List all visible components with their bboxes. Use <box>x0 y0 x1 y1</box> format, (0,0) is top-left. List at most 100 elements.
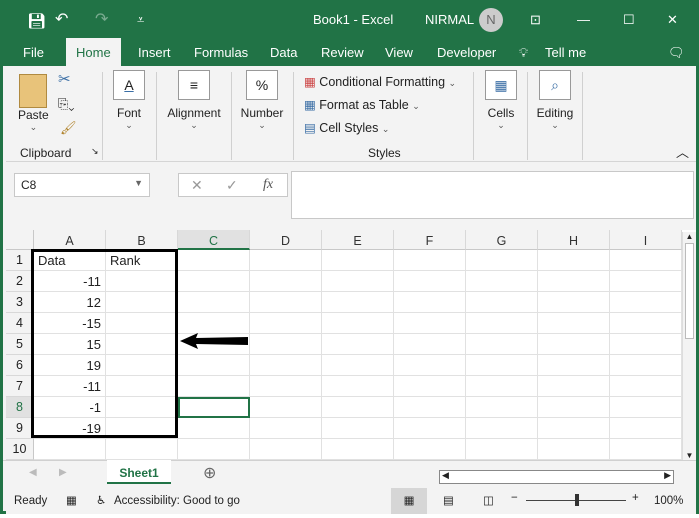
column-header-A[interactable]: A <box>34 230 106 250</box>
format-as-table-button[interactable]: ▦ Format as Table ⌄ <box>304 97 420 112</box>
cell-styles-button[interactable]: ▤ Cell Styles ⌄ <box>304 120 389 135</box>
cell-G5[interactable] <box>466 334 538 355</box>
column-header-B[interactable]: B <box>106 230 178 250</box>
page-layout-icon[interactable]: ▤ <box>443 493 454 507</box>
cell-I4[interactable] <box>610 313 682 334</box>
cell-C4[interactable] <box>178 313 250 334</box>
row-header-6[interactable]: 6 <box>6 355 34 376</box>
cell-F3[interactable] <box>394 292 466 313</box>
cell-A5[interactable]: 15 <box>34 334 106 355</box>
clipboard-launcher-icon[interactable]: ↘ <box>91 146 99 157</box>
cell-C8[interactable] <box>178 397 250 418</box>
cell-C6[interactable] <box>178 355 250 376</box>
maximize-icon[interactable]: ☐ <box>623 12 635 28</box>
cell-F10[interactable] <box>394 439 466 460</box>
cell-D3[interactable] <box>250 292 322 313</box>
cell-E8[interactable] <box>322 397 394 418</box>
add-sheet-icon[interactable]: ⊕ <box>203 463 216 483</box>
alignment-button[interactable]: ≡ Alignment ⌄ <box>164 70 224 131</box>
cell-G7[interactable] <box>466 376 538 397</box>
cell-F7[interactable] <box>394 376 466 397</box>
cell-E7[interactable] <box>322 376 394 397</box>
cut-icon[interactable]: ✂ <box>58 70 71 88</box>
cell-E6[interactable] <box>322 355 394 376</box>
cell-A4[interactable]: -15 <box>34 313 106 334</box>
column-header-I[interactable]: I <box>610 230 682 250</box>
cell-C1[interactable] <box>178 250 250 271</box>
cell-E9[interactable] <box>322 418 394 439</box>
row-header-4[interactable]: 4 <box>6 313 34 334</box>
column-header-G[interactable]: G <box>466 230 538 250</box>
vertical-scrollbar[interactable]: ▲ ▼ <box>682 232 696 460</box>
cell-B10[interactable] <box>106 439 178 460</box>
font-button[interactable]: A Font ⌄ <box>110 70 148 131</box>
tab-file[interactable]: File <box>23 45 44 60</box>
cell-F6[interactable] <box>394 355 466 376</box>
formula-input[interactable] <box>291 171 694 219</box>
tab-formulas[interactable]: Formulas <box>194 45 248 60</box>
cell-G2[interactable] <box>466 271 538 292</box>
cell-F8[interactable] <box>394 397 466 418</box>
cancel-icon[interactable]: ✕ <box>191 177 203 194</box>
cell-B9[interactable] <box>106 418 178 439</box>
column-header-C[interactable]: C <box>178 230 250 250</box>
cell-I3[interactable] <box>610 292 682 313</box>
select-all-corner[interactable] <box>6 230 34 250</box>
insert-function-icon[interactable]: fx <box>263 177 273 193</box>
cell-B8[interactable] <box>106 397 178 418</box>
cell-H9[interactable] <box>538 418 610 439</box>
row-header-7[interactable]: 7 <box>6 376 34 397</box>
close-icon[interactable]: ✕ <box>667 12 678 28</box>
cell-A3[interactable]: 12 <box>34 292 106 313</box>
cell-E2[interactable] <box>322 271 394 292</box>
cell-C10[interactable] <box>178 439 250 460</box>
row-header-1[interactable]: 1 <box>6 250 34 271</box>
row-header-3[interactable]: 3 <box>6 292 34 313</box>
customize-qat-icon[interactable]: ⩡ <box>137 12 144 28</box>
chevron-down-icon[interactable]: ▼ <box>134 178 143 188</box>
normal-view-icon[interactable]: ▦ <box>391 488 427 514</box>
cell-A2[interactable]: -11 <box>34 271 106 292</box>
zoom-level[interactable]: 100% <box>654 495 683 507</box>
cell-F1[interactable] <box>394 250 466 271</box>
number-button[interactable]: % Number ⌄ <box>238 70 286 131</box>
next-sheet-icon[interactable]: ▶ <box>59 467 67 478</box>
cell-I8[interactable] <box>610 397 682 418</box>
cell-E1[interactable] <box>322 250 394 271</box>
cell-H8[interactable] <box>538 397 610 418</box>
tell-me[interactable]: Tell me <box>545 45 586 60</box>
cell-G10[interactable] <box>466 439 538 460</box>
cell-G3[interactable] <box>466 292 538 313</box>
cell-H10[interactable] <box>538 439 610 460</box>
cell-G6[interactable] <box>466 355 538 376</box>
cell-F2[interactable] <box>394 271 466 292</box>
cell-F4[interactable] <box>394 313 466 334</box>
cell-G9[interactable] <box>466 418 538 439</box>
cell-E5[interactable] <box>322 334 394 355</box>
row-header-5[interactable]: 5 <box>6 334 34 355</box>
cell-A10[interactable] <box>34 439 106 460</box>
cell-C9[interactable] <box>178 418 250 439</box>
cell-H3[interactable] <box>538 292 610 313</box>
cell-D4[interactable] <box>250 313 322 334</box>
cell-H4[interactable] <box>538 313 610 334</box>
cell-G4[interactable] <box>466 313 538 334</box>
column-header-E[interactable]: E <box>322 230 394 250</box>
cell-D7[interactable] <box>250 376 322 397</box>
cell-D8[interactable] <box>250 397 322 418</box>
cell-D2[interactable] <box>250 271 322 292</box>
cell-B3[interactable] <box>106 292 178 313</box>
conditional-formatting-button[interactable]: ▦ Conditional Formatting ⌄ <box>304 74 456 89</box>
enter-icon[interactable]: ✓ <box>226 177 238 194</box>
minimize-icon[interactable]: — <box>577 12 590 27</box>
cell-C3[interactable] <box>178 292 250 313</box>
cell-H6[interactable] <box>538 355 610 376</box>
cells-button[interactable]: ▦ Cells ⌄ <box>482 70 520 131</box>
cell-A7[interactable]: -11 <box>34 376 106 397</box>
zoom-in-icon[interactable]: + <box>632 492 639 504</box>
cell-E4[interactable] <box>322 313 394 334</box>
cell-H1[interactable] <box>538 250 610 271</box>
zoom-out-icon[interactable]: − <box>511 492 518 504</box>
cell-H7[interactable] <box>538 376 610 397</box>
avatar[interactable]: N <box>479 8 503 32</box>
